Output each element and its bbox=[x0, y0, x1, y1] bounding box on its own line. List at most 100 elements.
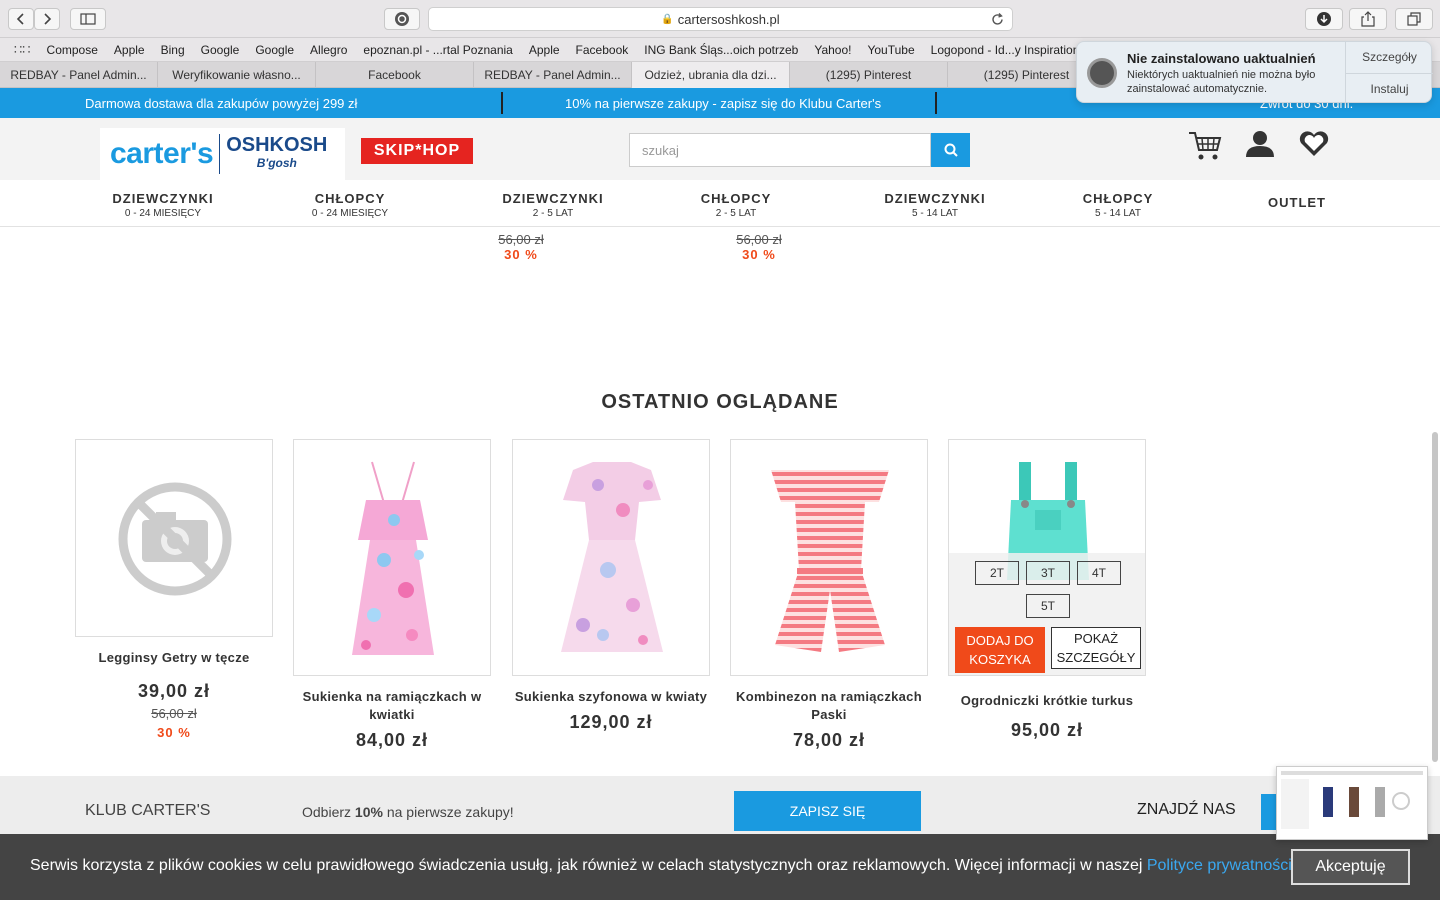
no-image-placeholder-icon bbox=[118, 482, 232, 596]
notification-details-button[interactable]: Szczegóły bbox=[1347, 50, 1432, 64]
search-input[interactable] bbox=[629, 133, 931, 167]
page-preview-thumbnail[interactable] bbox=[1276, 766, 1428, 840]
wishlist-heart-icon[interactable] bbox=[1298, 130, 1330, 158]
bookmark-item[interactable]: Yahoo! bbox=[806, 43, 859, 57]
bookmark-item[interactable]: Google bbox=[247, 43, 302, 57]
nav-label: CHŁOPCY bbox=[700, 191, 772, 206]
nav-girls-0-24[interactable]: DZIEWCZYNKI 0 - 24 MIESIĘCY bbox=[110, 191, 216, 219]
promo-shipping: Darmowa dostawa dla zakupów powyżej 299 … bbox=[85, 96, 358, 111]
prev-product-price: 56,00 zł 30 % bbox=[461, 232, 581, 262]
nav-girls-2-5[interactable]: DZIEWCZYNKI 2 - 5 LAT bbox=[500, 191, 606, 219]
bookmark-item[interactable]: ING Bank Śląs...oich potrzeb bbox=[636, 43, 806, 57]
show-details-button[interactable]: POKAŻ SZCZEGÓŁY bbox=[1051, 627, 1141, 669]
share-button[interactable] bbox=[1349, 8, 1387, 30]
browser-tab[interactable]: Facebook bbox=[316, 62, 474, 88]
browser-toolbar: 🔒 cartersoshkosh.pl bbox=[0, 0, 1440, 38]
bookmark-item[interactable]: Bing bbox=[153, 43, 193, 57]
bookmark-item[interactable]: Compose bbox=[39, 43, 106, 57]
size-option-2t[interactable]: 2T bbox=[975, 561, 1019, 585]
bookmark-item[interactable]: Logopond - Id...y Inspiration bbox=[923, 43, 1088, 57]
lock-icon: 🔒 bbox=[661, 13, 674, 25]
product-card[interactable]: Legginsy Getry w tęcze 39,00 zł 56,00 zł… bbox=[75, 439, 273, 740]
product-name[interactable]: Sukienka szyfonowa w kwiaty bbox=[512, 688, 710, 706]
promo-divider bbox=[935, 92, 937, 114]
size-option-4t[interactable]: 4T bbox=[1077, 561, 1121, 585]
address-bar[interactable]: 🔒 cartersoshkosh.pl bbox=[428, 7, 1013, 31]
club-title: KLUB CARTER'S bbox=[85, 802, 211, 819]
product-name[interactable]: Sukienka na ramiączkach w kwiatki bbox=[293, 688, 491, 724]
nav-boys-0-24[interactable]: CHŁOPCY 0 - 24 MIESIĘCY bbox=[300, 191, 400, 219]
nav-boys-5-14[interactable]: CHŁOPCY 5 - 14 LAT bbox=[1072, 191, 1164, 219]
product-card[interactable]: Sukienka szyfonowa w kwiaty 129,00 zł bbox=[512, 439, 710, 733]
page-scrollbar[interactable] bbox=[1432, 432, 1438, 762]
url-text: cartersoshkosh.pl bbox=[677, 11, 780, 27]
nav-sublabel: 5 - 14 LAT bbox=[912, 208, 958, 219]
skiphop-logo[interactable]: SKIP*HOP bbox=[361, 138, 473, 164]
discount-badge: 30 % bbox=[742, 247, 776, 262]
product-card[interactable]: Kombinezon na ramiączkach Paski 78,00 zł bbox=[730, 439, 928, 751]
tabs-overview-button[interactable] bbox=[1395, 8, 1433, 30]
bookmark-item[interactable]: Allegro bbox=[302, 43, 355, 57]
nav-girls-5-14[interactable]: DZIEWCZYNKI 5 - 14 LAT bbox=[882, 191, 988, 219]
browser-tab-active[interactable]: Odzież, ubrania dla dzi... bbox=[632, 62, 790, 88]
privacy-policy-link[interactable]: Polityce prywatności bbox=[1147, 857, 1292, 874]
browser-tab[interactable]: Weryfikowanie własno... bbox=[158, 62, 316, 88]
reload-icon[interactable] bbox=[991, 13, 1004, 26]
bookmark-item[interactable]: Facebook bbox=[568, 43, 637, 57]
bookmark-item[interactable]: Apple bbox=[521, 43, 568, 57]
browser-tab[interactable]: REDBAY - Panel Admin... bbox=[474, 62, 632, 88]
forward-button[interactable] bbox=[34, 8, 60, 30]
notification-install-button[interactable]: Instaluj bbox=[1347, 82, 1432, 96]
product-card-hovered[interactable]: 2T 3T 4T 5T DODAJ DO KOSZYKA POKAŻ SZCZE… bbox=[948, 439, 1146, 741]
accept-cookies-button[interactable]: Akceptuję bbox=[1291, 849, 1410, 885]
product-price: 95,00 zł bbox=[1010, 720, 1084, 740]
update-notification[interactable]: Nie zainstalowano uaktualnień Niektórych… bbox=[1076, 41, 1433, 104]
size-selector-overlay: 2T 3T 4T 5T DODAJ DO KOSZYKA POKAŻ SZCZE… bbox=[949, 553, 1145, 675]
product-image[interactable] bbox=[293, 439, 491, 676]
apps-grid-icon[interactable]: ∷∷ bbox=[0, 42, 39, 58]
main-nav: DZIEWCZYNKI 0 - 24 MIESIĘCY CHŁOPCY 0 - … bbox=[0, 180, 1440, 227]
cart-icon[interactable] bbox=[1188, 130, 1222, 162]
nav-sublabel: 0 - 24 MIESIĘCY bbox=[311, 208, 389, 219]
share-icon bbox=[1361, 11, 1375, 27]
club-offer-pre: Odbierz bbox=[302, 804, 355, 820]
nav-label: DZIEWCZYNKI bbox=[884, 191, 986, 206]
brand-logos[interactable]: carter's OSHKOSH B'gosh bbox=[100, 128, 345, 180]
browser-tab[interactable]: REDBAY - Panel Admin... bbox=[0, 62, 158, 88]
sidebar-toggle-button[interactable] bbox=[70, 8, 106, 30]
product-name[interactable]: Kombinezon na ramiączkach Paski bbox=[730, 688, 928, 724]
browser-tab[interactable]: (1295) Pinterest bbox=[790, 62, 948, 88]
cookie-banner: Serwis korzysta z plików cookies w celu … bbox=[0, 834, 1440, 900]
bookmark-item[interactable]: Google bbox=[193, 43, 248, 57]
product-name[interactable]: Ogrodniczki krótkie turkus bbox=[948, 692, 1146, 710]
downloads-button[interactable] bbox=[1305, 8, 1343, 30]
product-image[interactable]: 2T 3T 4T 5T DODAJ DO KOSZYKA POKAŻ SZCZE… bbox=[948, 439, 1146, 676]
add-to-cart-button[interactable]: DODAJ DO KOSZYKA bbox=[955, 627, 1045, 673]
bookmark-item[interactable]: epoznan.pl - ...rtal Poznania bbox=[355, 43, 520, 57]
bookmark-item[interactable]: YouTube bbox=[859, 43, 922, 57]
oshkosh-logo-text: OSHKOSH bbox=[226, 134, 328, 156]
product-name[interactable]: Legginsy Getry w tęcze bbox=[75, 649, 273, 667]
nav-sublabel: 2 - 5 LAT bbox=[715, 208, 757, 219]
nav-boys-2-5[interactable]: CHŁOPCY 2 - 5 LAT bbox=[690, 191, 782, 219]
size-option-5t[interactable]: 5T bbox=[1026, 594, 1070, 618]
chevron-right-icon bbox=[44, 13, 52, 25]
product-price: 39,00 zł bbox=[137, 681, 211, 701]
size-option-3t[interactable]: 3T bbox=[1026, 561, 1070, 585]
extension-button[interactable] bbox=[384, 8, 420, 30]
product-image[interactable] bbox=[512, 439, 710, 676]
product-image[interactable] bbox=[730, 439, 928, 676]
product-card[interactable]: Sukienka na ramiączkach w kwiatki 84,00 … bbox=[293, 439, 491, 751]
nav-sublabel: 2 - 5 LAT bbox=[532, 208, 574, 219]
software-update-icon bbox=[1087, 58, 1117, 88]
find-us-label: ZNAJDŹ NAS bbox=[1137, 801, 1236, 818]
product-image[interactable] bbox=[75, 439, 273, 637]
nav-outlet[interactable]: OUTLET bbox=[1262, 195, 1332, 210]
account-icon[interactable] bbox=[1245, 130, 1275, 158]
club-signup-button[interactable]: ZAPISZ SIĘ bbox=[734, 791, 921, 831]
promo-club[interactable]: 10% na pierwsze zakupy - zapisz się do K… bbox=[565, 96, 881, 111]
back-button[interactable] bbox=[8, 8, 34, 30]
bookmark-item[interactable]: Apple bbox=[106, 43, 153, 57]
search-button[interactable] bbox=[931, 133, 970, 167]
tabs-icon bbox=[1407, 12, 1421, 26]
